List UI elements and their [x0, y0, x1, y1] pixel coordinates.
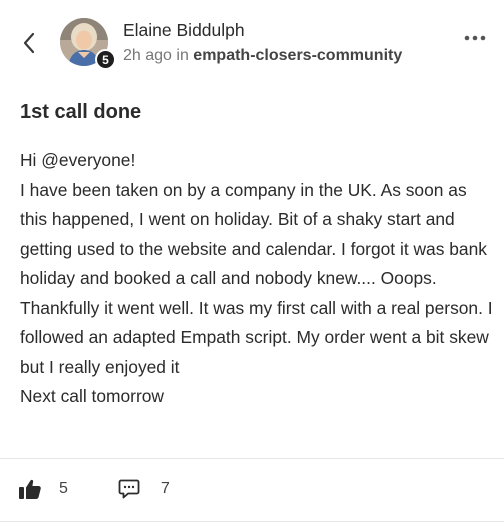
post-closing: Next call tomorrow	[20, 386, 164, 406]
post-paragraph: I have been taken on by a company in the…	[20, 179, 493, 377]
post-header: 5 Elaine Biddulph 2h ago in empath-close…	[0, 0, 504, 90]
post-title: 1st call done	[20, 101, 142, 123]
avatar-container[interactable]: 5	[60, 18, 116, 70]
comment-count: 7	[161, 480, 170, 497]
post-body: Hi @everyone! I have been taken on by a …	[20, 146, 494, 412]
post-meta: 2h ago in empath-closers-community	[123, 47, 402, 65]
more-options-button[interactable]	[462, 28, 488, 48]
comment-button[interactable]: 7	[118, 478, 170, 500]
back-button[interactable]	[18, 29, 40, 57]
thumbs-up-icon	[19, 479, 41, 499]
group-link[interactable]: empath-closers-community	[193, 47, 402, 64]
divider	[0, 458, 504, 459]
comment-icon	[118, 479, 140, 499]
meta-in-word: in	[176, 47, 189, 64]
like-button[interactable]: 5	[18, 478, 68, 500]
post-time: 2h ago	[123, 47, 172, 64]
post-greeting: Hi @everyone!	[20, 150, 136, 170]
more-horizontal-icon	[464, 35, 486, 41]
bottom-divider	[0, 521, 504, 522]
level-badge: 5	[95, 49, 116, 70]
chevron-left-icon	[23, 32, 35, 54]
author-name[interactable]: Elaine Biddulph	[123, 20, 245, 41]
like-count: 5	[59, 480, 68, 497]
post-actions: 5 7	[0, 470, 504, 514]
